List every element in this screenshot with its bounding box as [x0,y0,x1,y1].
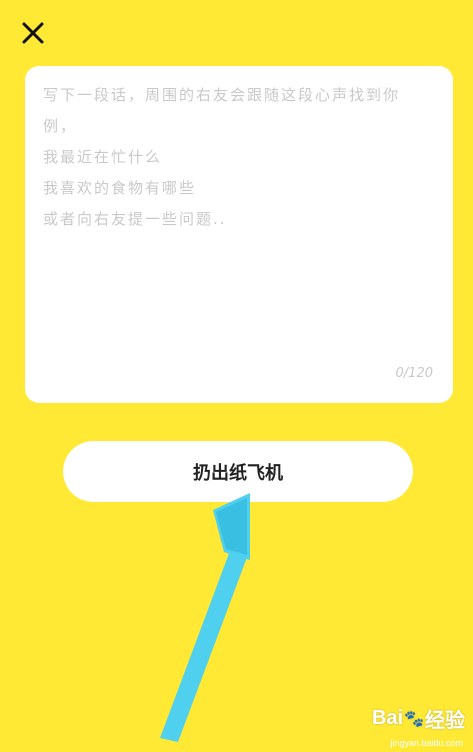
watermark-site: jingyan.baidu.com [390,738,463,748]
close-icon [22,22,44,44]
message-placeholder: 写下一段话，周围的右友会跟随这段心声找到你 例， 我最近在忙什么 我喜欢的食物有… [43,80,435,235]
placeholder-line: 或者向右友提一些问题.. [43,210,227,228]
character-counter: 0/120 [395,366,433,381]
baidu-watermark: Bai 🐾 经验 jingyan.baidu.com [345,704,465,748]
placeholder-line: 例， [43,117,78,135]
placeholder-line: 写下一段话，周围的右友会跟随这段心声找到你 [43,86,401,104]
placeholder-line: 我喜欢的食物有哪些 [43,179,197,197]
placeholder-line: 我最近在忙什么 [43,148,163,166]
watermark-brand-prefix: Bai [371,707,404,729]
watermark-brand-suffix: 经验 [425,710,465,732]
close-button[interactable] [18,18,48,48]
paw-icon: 🐾 [404,710,424,728]
message-input-area[interactable]: 写下一段话，周围的右友会跟随这段心声找到你 例， 我最近在忙什么 我喜欢的食物有… [25,66,453,403]
throw-paper-plane-button[interactable]: 扔出纸飞机 [63,441,413,502]
